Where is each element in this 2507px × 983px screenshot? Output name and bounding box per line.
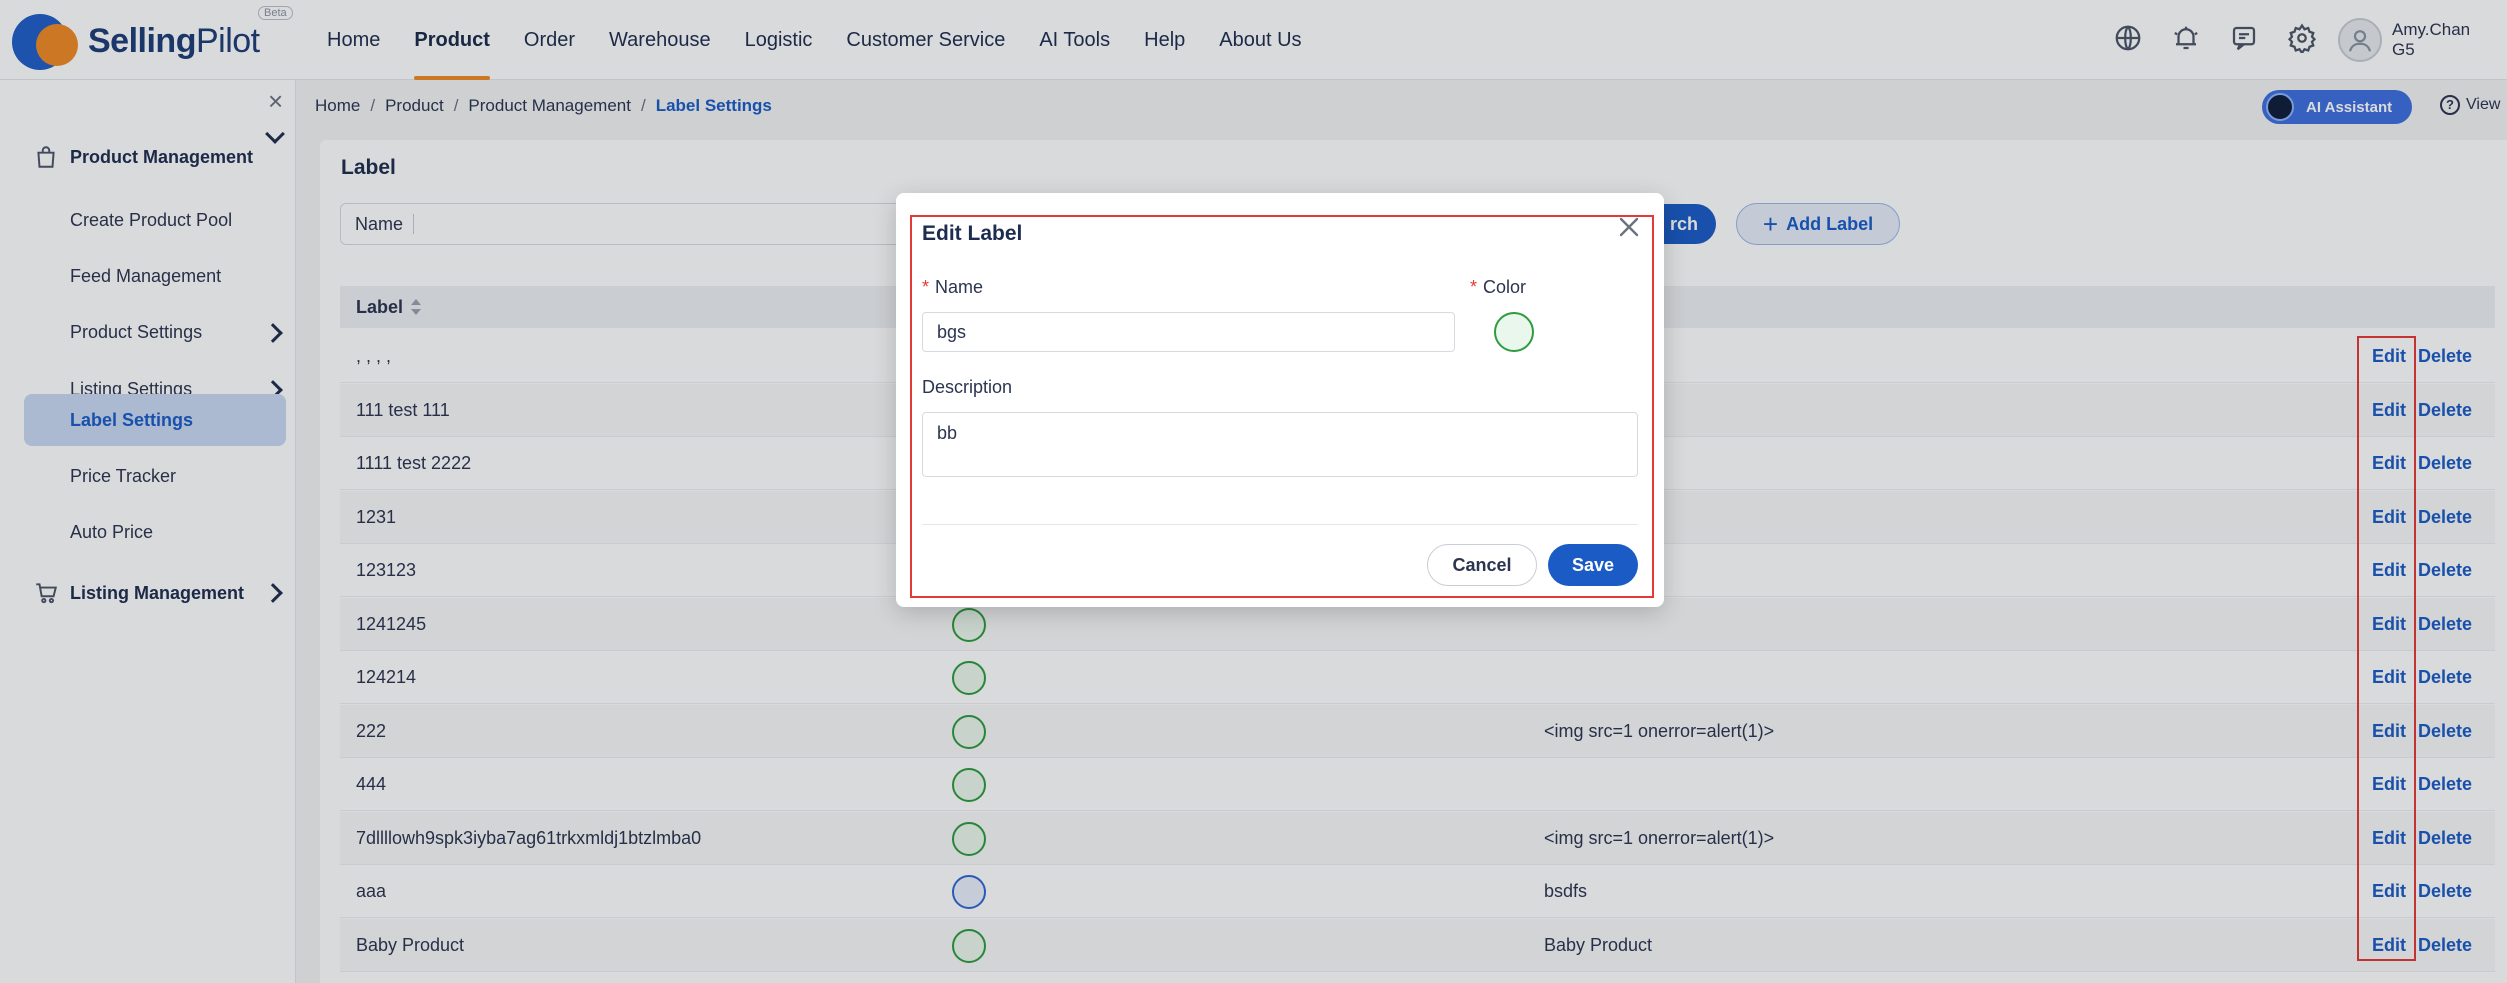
color-picker[interactable] bbox=[1494, 312, 1534, 352]
close-icon[interactable] bbox=[1614, 212, 1644, 242]
color-field-label: * Color bbox=[1470, 277, 1527, 297]
description-field[interactable]: bb bbox=[922, 412, 1638, 477]
name-field[interactable]: bgs bbox=[922, 312, 1455, 352]
description-field-label: Description bbox=[922, 377, 1013, 397]
cancel-button[interactable]: Cancel bbox=[1427, 544, 1537, 586]
modal-divider bbox=[922, 524, 1638, 525]
modal-highlight-box bbox=[910, 215, 1654, 598]
name-field-label: * Name bbox=[922, 277, 984, 297]
save-button[interactable]: Save bbox=[1548, 544, 1638, 586]
modal-title: Edit Label bbox=[922, 222, 1023, 245]
